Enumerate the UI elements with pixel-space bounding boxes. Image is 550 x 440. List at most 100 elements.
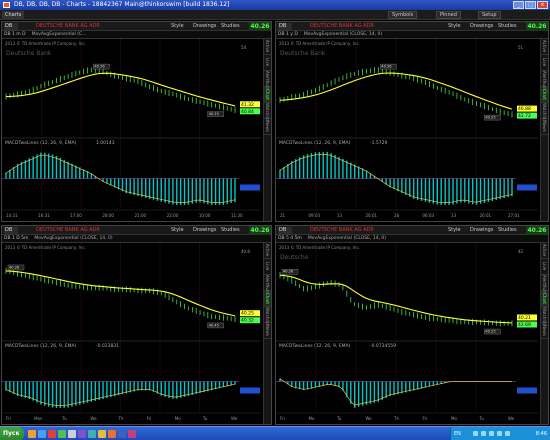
side-tab-chart[interactable]: Chart <box>541 87 548 103</box>
side-tab-alertnum[interactable]: AlertNum <box>541 71 548 90</box>
low-marker-text: 40.25 <box>485 116 495 120</box>
side-tab-chart[interactable]: Chart <box>541 291 548 307</box>
side-tab-live[interactable]: Live <box>264 55 271 71</box>
timeframe-label[interactable]: DB 1 m D <box>4 32 26 37</box>
time-axis-label: 17:00 <box>70 213 82 218</box>
antivirus-icon[interactable] <box>489 431 494 436</box>
volume-icon[interactable] <box>481 431 486 436</box>
symbol-input[interactable]: DB <box>4 23 18 30</box>
network-icon[interactable] <box>473 431 478 436</box>
style-menu[interactable]: Style <box>171 227 184 234</box>
timeframe-label[interactable]: DB 1 y D <box>278 32 298 37</box>
side-tab-news[interactable]: News <box>541 119 548 135</box>
thinkorswim-icon[interactable] <box>108 430 116 438</box>
symbol-input[interactable]: DB <box>278 23 292 30</box>
explorer-icon[interactable] <box>118 430 126 438</box>
panel-toolbar: DB DEUTSCHE BANK AG ADR Style Drawings Studi… <box>276 22 548 31</box>
browser-icon[interactable] <box>38 430 46 438</box>
side-tab-alertnum[interactable]: AlertNum <box>264 275 271 294</box>
side-tab-chart[interactable]: Chart <box>264 87 271 103</box>
folder-icon[interactable] <box>28 430 36 438</box>
charts-tab[interactable]: Charts <box>2 11 25 19</box>
app-icon <box>3 2 10 8</box>
studies-menu[interactable]: Studies <box>221 23 240 30</box>
side-tab-active[interactable]: Active <box>541 243 548 259</box>
study-label[interactable]: MovAvgExponential (C... <box>32 32 87 37</box>
macd-tag-bg <box>240 184 260 191</box>
style-menu[interactable]: Style <box>448 227 461 234</box>
symbol-input[interactable]: DB <box>4 227 18 234</box>
media-icon[interactable] <box>128 430 136 438</box>
drawings-menu[interactable]: Drawings <box>193 23 216 30</box>
side-tab-active[interactable]: Active <box>264 243 271 259</box>
study-label[interactable]: MovAvgExponential (CLOSE, 14, 0) <box>308 236 386 241</box>
side-tab-active[interactable]: Active <box>541 39 548 55</box>
chart-area[interactable]: 2013 © TD Ameritrade IP Company, Inc. 40.… <box>2 243 261 423</box>
side-tab-live[interactable]: Live <box>541 259 548 275</box>
chat-icon[interactable] <box>88 430 96 438</box>
side-tab-news[interactable]: News <box>541 323 548 339</box>
macd-label[interactable]: MACDTwoLines (12, 26, 9, EMA) <box>279 140 351 146</box>
style-menu[interactable]: Style <box>171 23 184 30</box>
macd-label[interactable]: MACDTwoLines (12, 26, 9, EMA) <box>279 343 351 349</box>
study-label[interactable]: MovAvgExponential (CLOSE, 14, 0) <box>304 32 382 37</box>
side-tab-watchlist[interactable]: Watchlist <box>264 307 271 325</box>
notepad-icon[interactable] <box>68 430 76 438</box>
ema-tag: 41.32 <box>241 102 254 108</box>
mail-icon[interactable] <box>98 430 106 438</box>
chart-area[interactable]: 2013 © TD Ameritrade IP Company, Inc. Deu… <box>276 39 538 220</box>
macd-tag-bg <box>240 387 260 394</box>
side-tab-alertnum[interactable]: AlertNum <box>541 275 548 294</box>
side-tab-news[interactable]: News <box>264 323 271 339</box>
high-marker-text: 40.26 <box>9 265 20 269</box>
studies-menu[interactable]: Studies <box>498 23 517 30</box>
opera-icon[interactable] <box>48 430 56 438</box>
side-tab-watchlist[interactable]: Watchlist <box>264 103 271 121</box>
side-tab-alertnum[interactable]: AlertNum <box>264 71 271 90</box>
quote-row: DB 1 y D MovAvgExponential (CLOSE, 14, 0) <box>276 31 548 39</box>
price-tag: 40.84 <box>241 109 254 115</box>
timeframe-label[interactable]: DB 1 D 5m <box>4 236 28 241</box>
side-tab-news[interactable]: News <box>264 119 271 135</box>
side-tabs: Active Live AlertNum Chart Watchlist News <box>263 39 271 221</box>
side-tab-live[interactable]: Live <box>541 55 548 71</box>
setup-button[interactable]: Setup <box>478 11 501 19</box>
macd-label[interactable]: MACDTwoLines (12, 26, 9, EMA) <box>5 343 77 349</box>
drawings-menu[interactable]: Drawings <box>193 227 216 234</box>
symbol-input[interactable]: DB <box>278 227 292 234</box>
chart-area[interactable]: 2013 © TD Ameritrade IP Company, Inc. Deu… <box>2 39 261 220</box>
side-tab-active[interactable]: Active <box>264 39 271 55</box>
start-button[interactable]: Пуск <box>0 427 24 440</box>
chart-area[interactable]: 2013 © TD Ameritrade IP Company, Inc. Deu… <box>276 243 538 423</box>
player-icon[interactable] <box>78 430 86 438</box>
time-axis-label: Fri <box>147 416 152 421</box>
side-tab-watchlist[interactable]: Watchlist <box>541 307 548 325</box>
study-label[interactable]: MovAvgExponential (CLOSE, 14, 0) <box>34 236 112 241</box>
style-menu[interactable]: Style <box>448 23 461 30</box>
language-indicator[interactable]: EN <box>454 427 461 440</box>
side-tab-chart[interactable]: Chart <box>264 291 271 307</box>
drawings-menu[interactable]: Drawings <box>470 23 493 30</box>
studies-menu[interactable]: Studies <box>221 227 240 234</box>
side-tab-live[interactable]: Live <box>264 259 271 275</box>
time-axis-label: Tu <box>479 416 485 421</box>
time-axis-label: 20:01 <box>480 213 492 218</box>
symbols-button[interactable]: Symbols <box>388 11 418 19</box>
pinned-button[interactable]: Pinned <box>436 11 461 19</box>
update-icon[interactable] <box>497 431 502 436</box>
close-button[interactable]: × <box>537 1 548 9</box>
security-name: DEUTSCHE BANK AG ADR <box>310 227 374 233</box>
studies-menu[interactable]: Studies <box>498 227 517 234</box>
side-tabs: Active Live AlertNum Chart Watchlist News <box>540 243 548 424</box>
macd-label[interactable]: MACDTwoLines (12, 26, 9, EMA) <box>5 140 77 146</box>
maximize-button[interactable]: □ <box>525 1 536 9</box>
price-axis-max: 42 <box>518 249 524 254</box>
minimize-button[interactable]: _ <box>513 1 524 9</box>
security-icon[interactable] <box>505 431 510 436</box>
side-tab-watchlist[interactable]: Watchlist <box>541 103 548 121</box>
ema-tag: 40.21 <box>518 315 531 321</box>
time-axis-label: We <box>508 416 515 421</box>
drawings-menu[interactable]: Drawings <box>470 227 493 234</box>
timeframe-label[interactable]: DB 5 d 5m <box>278 236 302 241</box>
app-icon-quicklaunch[interactable] <box>58 430 66 438</box>
